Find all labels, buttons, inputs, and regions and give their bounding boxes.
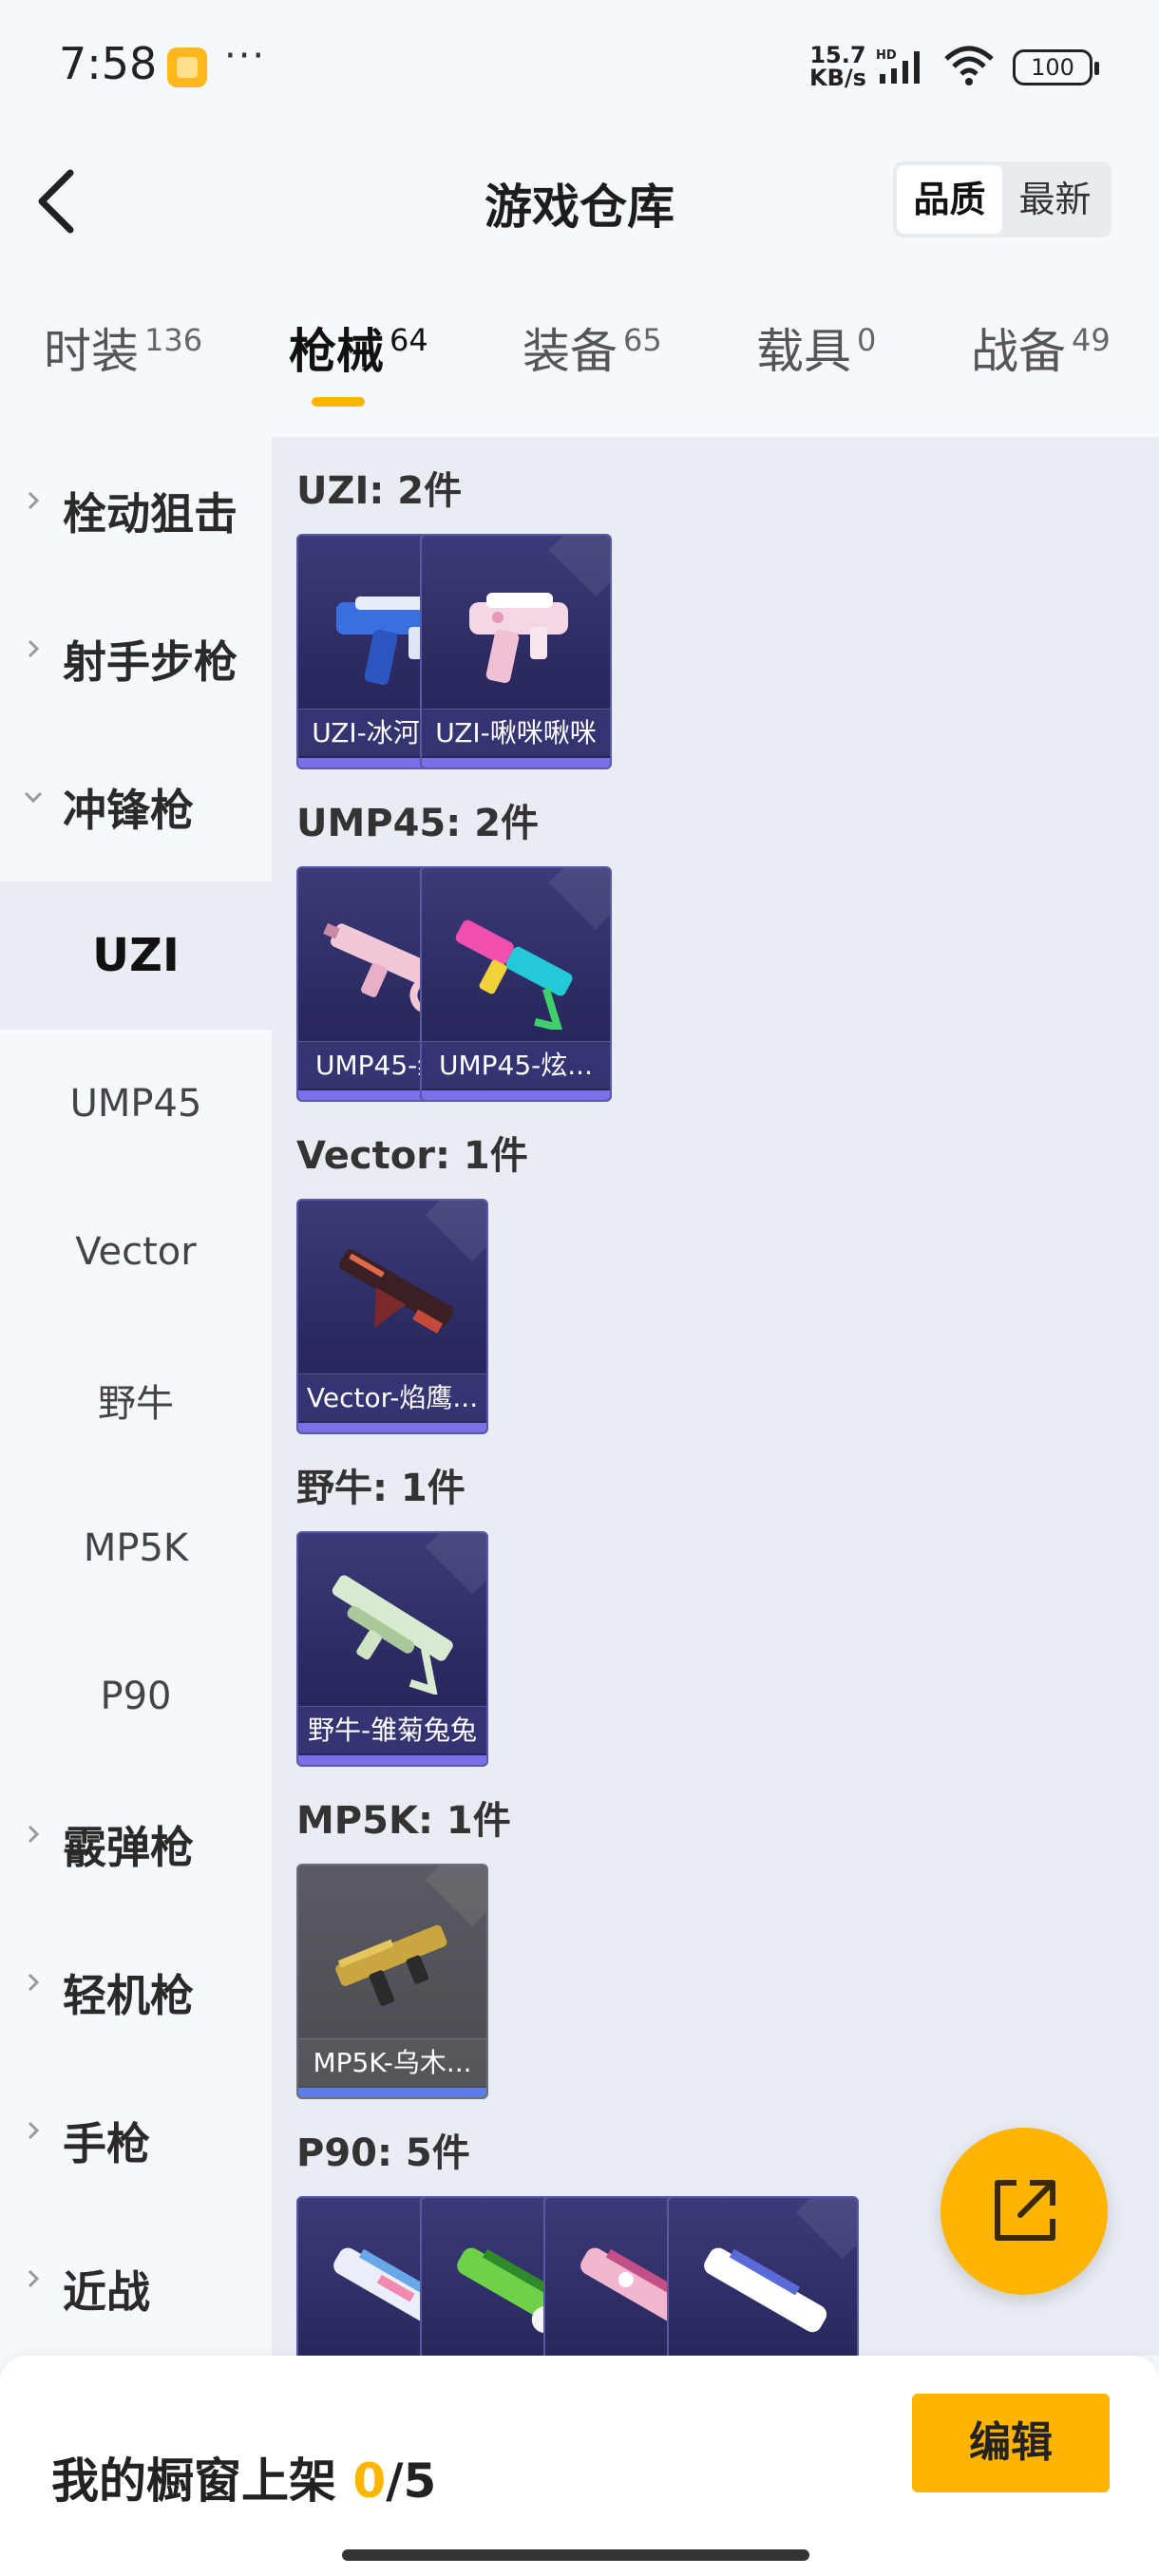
section-title-ump45: UMP45: 2件 [296, 802, 540, 845]
p90-skin-image [704, 2247, 827, 2333]
sort-quality-button[interactable]: 品质 [897, 165, 1002, 234]
sidebar-group-label: 霰弹枪 [63, 1822, 194, 1873]
tab-supplies[interactable]: 战备 49 [971, 313, 1111, 408]
tab-label: 装备 [522, 324, 618, 379]
skin-card[interactable]: UMP45-炫... [420, 866, 612, 1102]
tab-label: 枪械 [289, 324, 384, 379]
rarity-bar [298, 2088, 486, 2097]
rarity-bar [422, 1090, 610, 1100]
header: 游戏仓库 品质 最新 [0, 152, 1159, 247]
status-time: 7:58 [59, 38, 158, 89]
wifi-icon [944, 46, 994, 85]
tab-equipment[interactable]: 装备 65 [522, 313, 662, 408]
tab-label: 载具 [756, 324, 851, 379]
sidebar-item-p90[interactable]: P90 [0, 1622, 272, 1771]
tab-label: 时装 [44, 324, 139, 379]
sidebar-group-pistol[interactable]: 手枪 [0, 2067, 272, 2215]
sidebar-group-bolt-sniper[interactable]: 栓动狙击 [0, 437, 272, 585]
mp5k-skin-image [335, 1924, 447, 2006]
sidebar-group-marksman-rifle[interactable]: 射手步枪 [0, 585, 272, 733]
sidebar-group-shotgun[interactable]: 霰弹枪 [0, 1771, 272, 1919]
sidebar-group-melee[interactable]: 近战 [0, 2215, 272, 2363]
share-button[interactable] [940, 2128, 1108, 2295]
section-title-bison: 野牛: 1件 [296, 1467, 466, 1510]
sidebar-group-smg[interactable]: 冲锋枪 [0, 733, 272, 881]
cellular-signal-icon: HD [876, 48, 920, 84]
skin-card[interactable]: 野牛-雏菊兔兔 [296, 1531, 488, 1767]
sidebar-group-label: 射手步枪 [63, 636, 238, 688]
share-external-icon [995, 2180, 1055, 2241]
rarity-bar [422, 758, 610, 767]
battery-icon: 100 [1013, 49, 1099, 85]
tab-fashion[interactable]: 时装 136 [44, 313, 202, 408]
ump45-skin-image [455, 919, 573, 1030]
weapon-skin-list: UZI: 2件 UZI-冰河战士 UZI-啾咪啾咪 UMP45: 2件 UMP4… [272, 437, 1159, 2356]
chevron-right-icon [28, 1973, 40, 1992]
skin-name: MP5K-乌木... [298, 2038, 486, 2086]
skin-card[interactable] [667, 2196, 859, 2356]
vector-skin-image [339, 1249, 454, 1334]
sidebar-item-mp5k[interactable]: MP5K [0, 1474, 272, 1622]
more-notifications-icon: ··· [224, 34, 267, 78]
sidebar-group-label: 轻机枪 [63, 1970, 194, 2021]
showcase-status: 我的橱窗上架 0/5 [51, 2443, 436, 2511]
skin-card[interactable]: UZI-啾咪啾咪 [420, 534, 612, 769]
tab-firearms[interactable]: 枪械 64 [289, 313, 428, 408]
bison-skin-image [332, 1575, 453, 1695]
showcase-current-count: 0 [352, 2453, 387, 2509]
bottom-bar: 我的橱窗上架 0/5 编辑 [0, 2356, 1159, 2576]
network-speed-unit: KB/s [809, 65, 866, 91]
sidebar-item-ump45[interactable]: UMP45 [0, 1030, 272, 1178]
notification-app-icon [167, 47, 207, 87]
skin-name: UMP45-炫... [422, 1041, 610, 1089]
sidebar-group-label: 栓动狙击 [63, 488, 238, 540]
chevron-right-icon [28, 491, 40, 510]
tab-count: 49 [1072, 322, 1111, 359]
network-speed: 15.7 KB/s [809, 44, 866, 89]
weapon-category-sidebar: 栓动狙击 射手步枪 冲锋枪 UZI UMP45 Vector 野牛 MP5K P… [0, 437, 272, 2356]
rarity-bar [298, 1423, 486, 1432]
sidebar-group-label: 手枪 [63, 2118, 150, 2169]
skin-name: 野牛-雏菊兔兔 [298, 1706, 486, 1753]
chevron-down-icon [24, 791, 43, 804]
network-speed-value: 15.7 [809, 42, 866, 68]
tab-count: 0 [857, 322, 877, 359]
sort-toggle: 品质 最新 [893, 161, 1112, 237]
sidebar-item-vector[interactable]: Vector [0, 1178, 272, 1326]
sidebar-group-lmg[interactable]: 轻机枪 [0, 1919, 272, 2067]
tab-count: 65 [623, 322, 662, 359]
tab-count: 136 [144, 322, 203, 359]
rarity-bar [298, 1755, 486, 1765]
sort-latest-button[interactable]: 最新 [1002, 165, 1108, 234]
skin-name: UZI-啾咪啾咪 [422, 709, 610, 756]
active-tab-indicator [312, 397, 365, 407]
section-title-mp5k: MP5K: 1件 [296, 1799, 511, 1843]
section-title-uzi: UZI: 2件 [296, 469, 463, 513]
section-title-p90: P90: 5件 [296, 2131, 470, 2175]
edit-button[interactable]: 编辑 [912, 2394, 1110, 2492]
tab-vehicles[interactable]: 载具 0 [756, 313, 876, 408]
chevron-right-icon [28, 2121, 40, 2140]
skin-card[interactable]: MP5K-乌木... [296, 1864, 488, 2099]
home-indicator[interactable] [342, 2549, 809, 2561]
skin-card[interactable]: Vector-焰鹰... [296, 1199, 488, 1434]
chevron-right-icon [28, 2269, 40, 2288]
section-title-vector: Vector: 1件 [296, 1134, 528, 1178]
chevron-right-icon [28, 639, 40, 658]
category-tabs: 时装 136 枪械 64 装备 65 载具 0 战备 49 [0, 313, 1159, 418]
status-bar: 7:58 ··· 15.7 KB/s HD 100 [0, 0, 1159, 133]
chevron-right-icon [28, 1825, 40, 1844]
network-type-label: HD [876, 48, 897, 63]
uzi-skin-image [469, 593, 568, 683]
sidebar-item-bison[interactable]: 野牛 [0, 1326, 272, 1474]
tab-label: 战备 [971, 324, 1066, 379]
sidebar-item-uzi[interactable]: UZI [0, 881, 272, 1030]
showcase-total-count: /5 [386, 2453, 437, 2509]
skin-name: Vector-焰鹰... [298, 1373, 486, 1421]
sidebar-group-label: 近战 [63, 2266, 150, 2318]
sidebar-group-label: 冲锋枪 [63, 785, 194, 836]
tab-count: 64 [390, 322, 428, 359]
showcase-label: 我的橱窗上架 [51, 2453, 336, 2509]
